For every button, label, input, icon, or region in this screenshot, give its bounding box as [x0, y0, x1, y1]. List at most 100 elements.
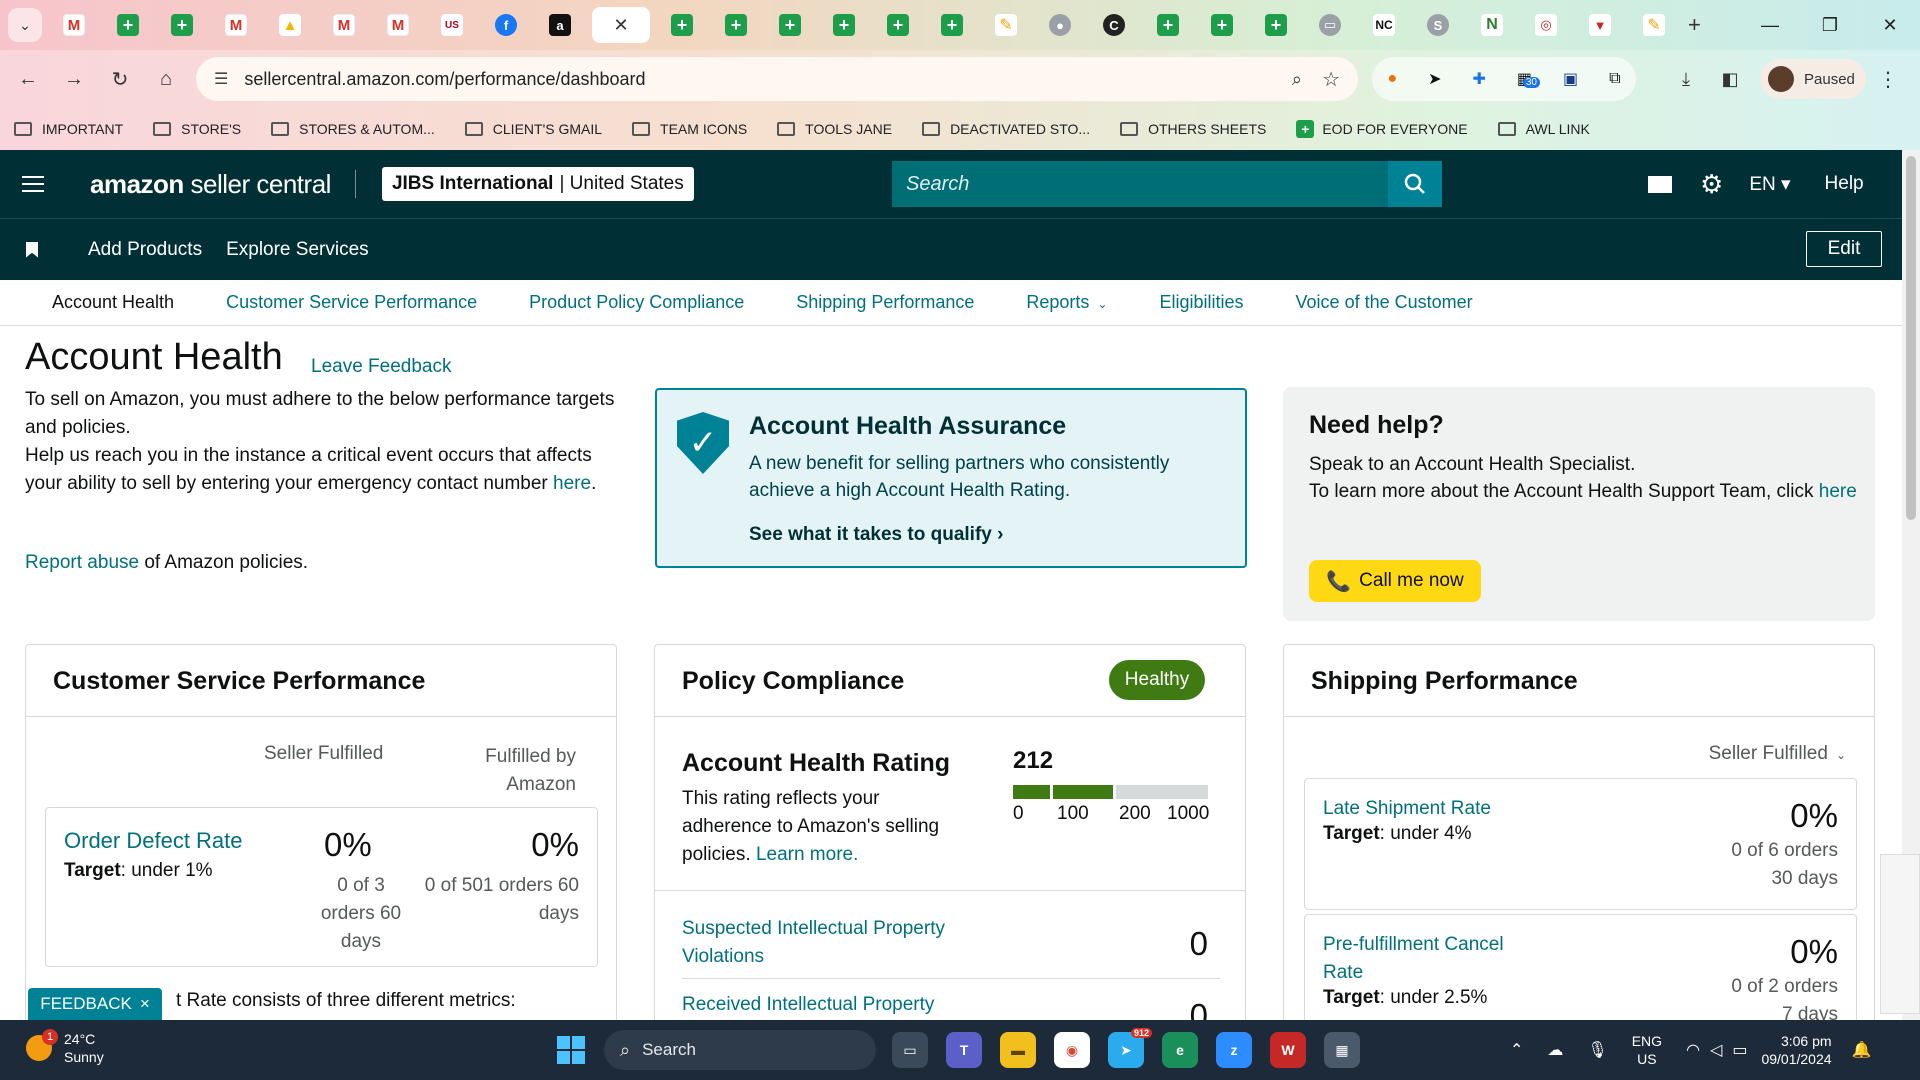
qualify-link[interactable]: See what it takes to qualify ›: [749, 524, 1003, 546]
tab-product-policy-compliance[interactable]: Product Policy Compliance: [529, 292, 744, 313]
bookmark-item[interactable]: TEAM ICONS: [632, 121, 747, 137]
browser-tab[interactable]: +: [106, 7, 150, 43]
tab-eligibilities[interactable]: Eligibilities: [1159, 292, 1243, 313]
close-window-button[interactable]: ✕: [1860, 0, 1920, 50]
explore-services-link[interactable]: Explore Services: [226, 239, 369, 261]
support-team-link[interactable]: here: [1819, 481, 1857, 502]
address-bar[interactable]: ☰ sellercentral.amazon.com/performance/d…: [196, 57, 1358, 101]
bookmark-item[interactable]: IMPORTANT: [14, 121, 123, 137]
bookmark-icon[interactable]: [26, 241, 38, 258]
telegram-icon[interactable]: ➤ 912: [1108, 1028, 1152, 1068]
puzzle-extension-icon[interactable]: ✚: [1473, 69, 1486, 89]
shipping-metric-link[interactable]: Late Shipment Rate: [1323, 795, 1523, 823]
restore-button[interactable]: ❐: [1800, 0, 1860, 50]
browser-tab[interactable]: M: [52, 7, 96, 43]
browser-tab[interactable]: +: [1200, 7, 1244, 43]
home-button[interactable]: ⌂: [146, 59, 186, 99]
bookmark-item[interactable]: TOOLS JANE: [777, 121, 892, 137]
seller-central-logo[interactable]: amazon seller central: [90, 169, 331, 200]
side-widget[interactable]: [1880, 854, 1920, 1014]
report-abuse-link[interactable]: Report abuse: [25, 552, 139, 573]
volume-icon[interactable]: ◁: [1710, 1040, 1722, 1060]
store-switcher[interactable]: JIBS International | United States: [381, 167, 694, 201]
browser-tab[interactable]: ▼: [1578, 7, 1622, 43]
browser-tab[interactable]: M: [322, 7, 366, 43]
taskbar-search[interactable]: ⌕ Search: [604, 1030, 876, 1070]
browser-tab[interactable]: +: [1254, 7, 1298, 43]
browser-tab[interactable]: ◎: [1524, 7, 1568, 43]
browser-tab[interactable]: +: [930, 7, 974, 43]
leave-feedback-link[interactable]: Leave Feedback: [311, 356, 452, 378]
bookmark-item[interactable]: STORE'S: [153, 121, 241, 137]
bookmark-star-icon[interactable]: ☆: [1322, 67, 1340, 92]
feedback-tab[interactable]: FEEDBACK ×: [28, 988, 162, 1020]
browser-tab[interactable]: +: [768, 7, 812, 43]
order-defect-rate-link[interactable]: Order Defect Rate: [64, 828, 243, 854]
bookmark-item[interactable]: AWL LINK: [1497, 121, 1590, 137]
browser-tab[interactable]: +: [660, 7, 704, 43]
browser-tab[interactable]: +: [1146, 7, 1190, 43]
battery-icon[interactable]: ▭: [1732, 1040, 1747, 1060]
clock[interactable]: 3:06 pm 09/01/2024: [1761, 1032, 1831, 1068]
forward-button[interactable]: →: [54, 59, 94, 99]
browser-tab[interactable]: N: [1470, 7, 1514, 43]
bookmark-item[interactable]: STORES & AUTOM...: [271, 121, 435, 137]
zoom-icon[interactable]: z: [1216, 1032, 1252, 1068]
start-button[interactable]: [557, 1036, 585, 1064]
browser-tab[interactable]: ▭: [1308, 7, 1352, 43]
gear-icon[interactable]: ⚙: [1700, 169, 1723, 200]
browser-tab[interactable]: +: [822, 7, 866, 43]
chrome-icon[interactable]: ◉: [1054, 1032, 1090, 1068]
extensions-icon[interactable]: ⧉: [1609, 70, 1620, 88]
learn-more-link[interactable]: Learn more.: [756, 844, 858, 865]
minimize-button[interactable]: —: [1740, 0, 1800, 50]
add-products-link[interactable]: Add Products: [88, 239, 202, 261]
tab-customer-service-performance[interactable]: Customer Service Performance: [226, 292, 477, 313]
browser-tab[interactable]: ✎: [1632, 7, 1676, 43]
browser-tab[interactable]: ●: [1038, 7, 1082, 43]
fulfillment-filter-dropdown[interactable]: Seller Fulfilled ⌄: [1709, 743, 1846, 765]
policy-row-link[interactable]: Received Intellectual Property: [682, 991, 1002, 1019]
reload-button[interactable]: ↻: [100, 59, 140, 99]
new-tab-button[interactable]: +: [1688, 12, 1701, 38]
chrome-extension-icon[interactable]: ●: [1387, 70, 1397, 88]
cloud-icon[interactable]: ☁: [1547, 1040, 1563, 1060]
download-icon[interactable]: ⤓: [1664, 69, 1708, 90]
edge-icon[interactable]: e: [1162, 1032, 1198, 1068]
browser-tab[interactable]: ▲: [268, 7, 312, 43]
weather-widget[interactable]: 1 24°C Sunny: [26, 1029, 104, 1066]
bookmark-item[interactable]: DEACTIVATED STO...: [922, 121, 1090, 137]
shipping-metric-link[interactable]: Pre-fulfillment Cancel Rate: [1323, 931, 1523, 987]
zoom-icon[interactable]: ⌕: [1292, 69, 1302, 90]
mail-icon[interactable]: [1648, 175, 1672, 193]
microphone-icon[interactable]: 🎙: [1587, 1040, 1607, 1060]
call-me-now-button[interactable]: 📞 Call me now: [1309, 560, 1481, 602]
browser-tab[interactable]: C: [1092, 7, 1136, 43]
bookmark-item[interactable]: OTHERS SHEETS: [1120, 121, 1266, 137]
calendar-extension-icon[interactable]: ▦30: [1517, 69, 1540, 89]
browser-tab[interactable]: US: [430, 7, 474, 43]
browser-tab[interactable]: +: [160, 7, 204, 43]
input-language[interactable]: ENG US: [1632, 1032, 1662, 1068]
search-input[interactable]: [892, 172, 1372, 196]
browser-tab[interactable]: M: [214, 7, 258, 43]
active-browser-tab[interactable]: ✕: [592, 7, 650, 43]
browser-tab[interactable]: ✎: [984, 7, 1028, 43]
more-menu-icon[interactable]: ⋮: [1878, 67, 1898, 92]
tab-search-button[interactable]: ⌄: [8, 8, 42, 42]
chevron-up-icon[interactable]: ⌃: [1510, 1040, 1523, 1060]
browser-tab[interactable]: +: [876, 7, 920, 43]
tab-reports[interactable]: Reports ⌄: [1026, 292, 1107, 313]
browser-tab[interactable]: a: [538, 7, 582, 43]
browser-tab[interactable]: f: [484, 7, 528, 43]
url-text[interactable]: sellercentral.amazon.com/performance/das…: [244, 69, 645, 90]
side-panel-icon[interactable]: ◧: [1708, 69, 1752, 90]
tab-voice-of-the-customer[interactable]: Voice of the Customer: [1296, 292, 1473, 313]
tab-account-health[interactable]: Account Health: [52, 292, 174, 313]
edit-button[interactable]: Edit: [1806, 231, 1882, 267]
browser-tab[interactable]: M: [376, 7, 420, 43]
close-icon[interactable]: ×: [140, 994, 150, 1014]
policy-row-link[interactable]: Suspected Intellectual Property Violatio…: [682, 907, 1002, 971]
browser-tab[interactable]: NC: [1362, 7, 1406, 43]
file-explorer-icon[interactable]: ▬: [1000, 1032, 1036, 1068]
